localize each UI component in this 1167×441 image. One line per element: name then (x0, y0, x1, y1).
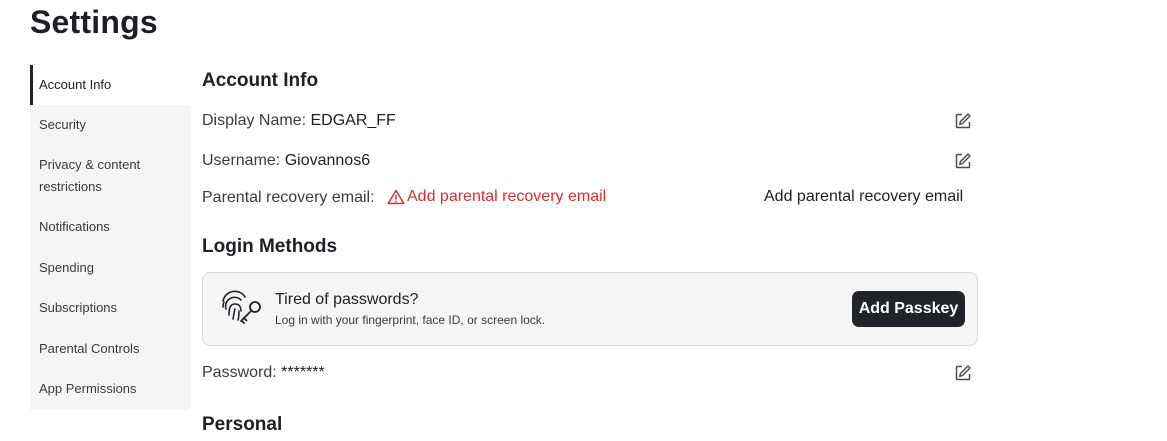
personal-heading: Personal (202, 414, 283, 435)
sidebar-item-notifications[interactable]: Notifications (30, 216, 190, 238)
username-label: Username: (202, 152, 281, 169)
display-name-row: Display Name: EDGAR_FF (202, 112, 396, 130)
sidebar-item-privacy[interactable]: Privacy & content restrictions (30, 154, 160, 198)
display-name-label: Display Name: (202, 112, 307, 129)
username-row: Username: Giovannos6 (202, 152, 370, 170)
sidebar-item-account-info[interactable]: Account Info (30, 65, 190, 105)
page-title: Settings (30, 4, 158, 40)
sidebar-item-security[interactable]: Security (30, 114, 190, 136)
password-value: ******* (281, 364, 325, 381)
settings-sidebar: Account Info Security Privacy & content … (30, 65, 190, 410)
edit-icon[interactable] (954, 152, 972, 170)
display-name-value: EDGAR_FF (310, 112, 396, 129)
password-label: Password: (202, 364, 277, 381)
parental-email-warning-text: Add parental recovery email (407, 188, 607, 205)
sidebar-item-parental-controls[interactable]: Parental Controls (30, 338, 190, 360)
sidebar-item-subscriptions[interactable]: Subscriptions (30, 297, 190, 319)
sidebar-item-app-permissions[interactable]: App Permissions (30, 378, 190, 400)
edit-icon[interactable] (954, 112, 972, 130)
warning-triangle-icon (387, 189, 405, 205)
fingerprint-key-icon (222, 290, 261, 324)
login-methods-heading: Login Methods (202, 236, 338, 257)
add-parental-email-link[interactable]: Add parental recovery email (764, 188, 963, 206)
password-row: Password: ******* (202, 364, 325, 382)
parental-email-label: Parental recovery email: (202, 189, 375, 206)
parental-email-warning-link[interactable]: Add parental recovery email (387, 188, 606, 206)
edit-icon[interactable] (954, 364, 972, 382)
passkey-subtitle: Log in with your fingerprint, face ID, o… (275, 313, 546, 327)
passkey-title: Tired of passwords? (275, 291, 419, 308)
account-info-heading: Account Info (202, 70, 319, 91)
add-passkey-button[interactable]: Add Passkey (852, 291, 965, 327)
passkey-card: Tired of passwords? Log in with your fin… (202, 272, 978, 346)
username-value: Giovannos6 (284, 152, 371, 169)
sidebar-item-spending[interactable]: Spending (30, 257, 190, 279)
